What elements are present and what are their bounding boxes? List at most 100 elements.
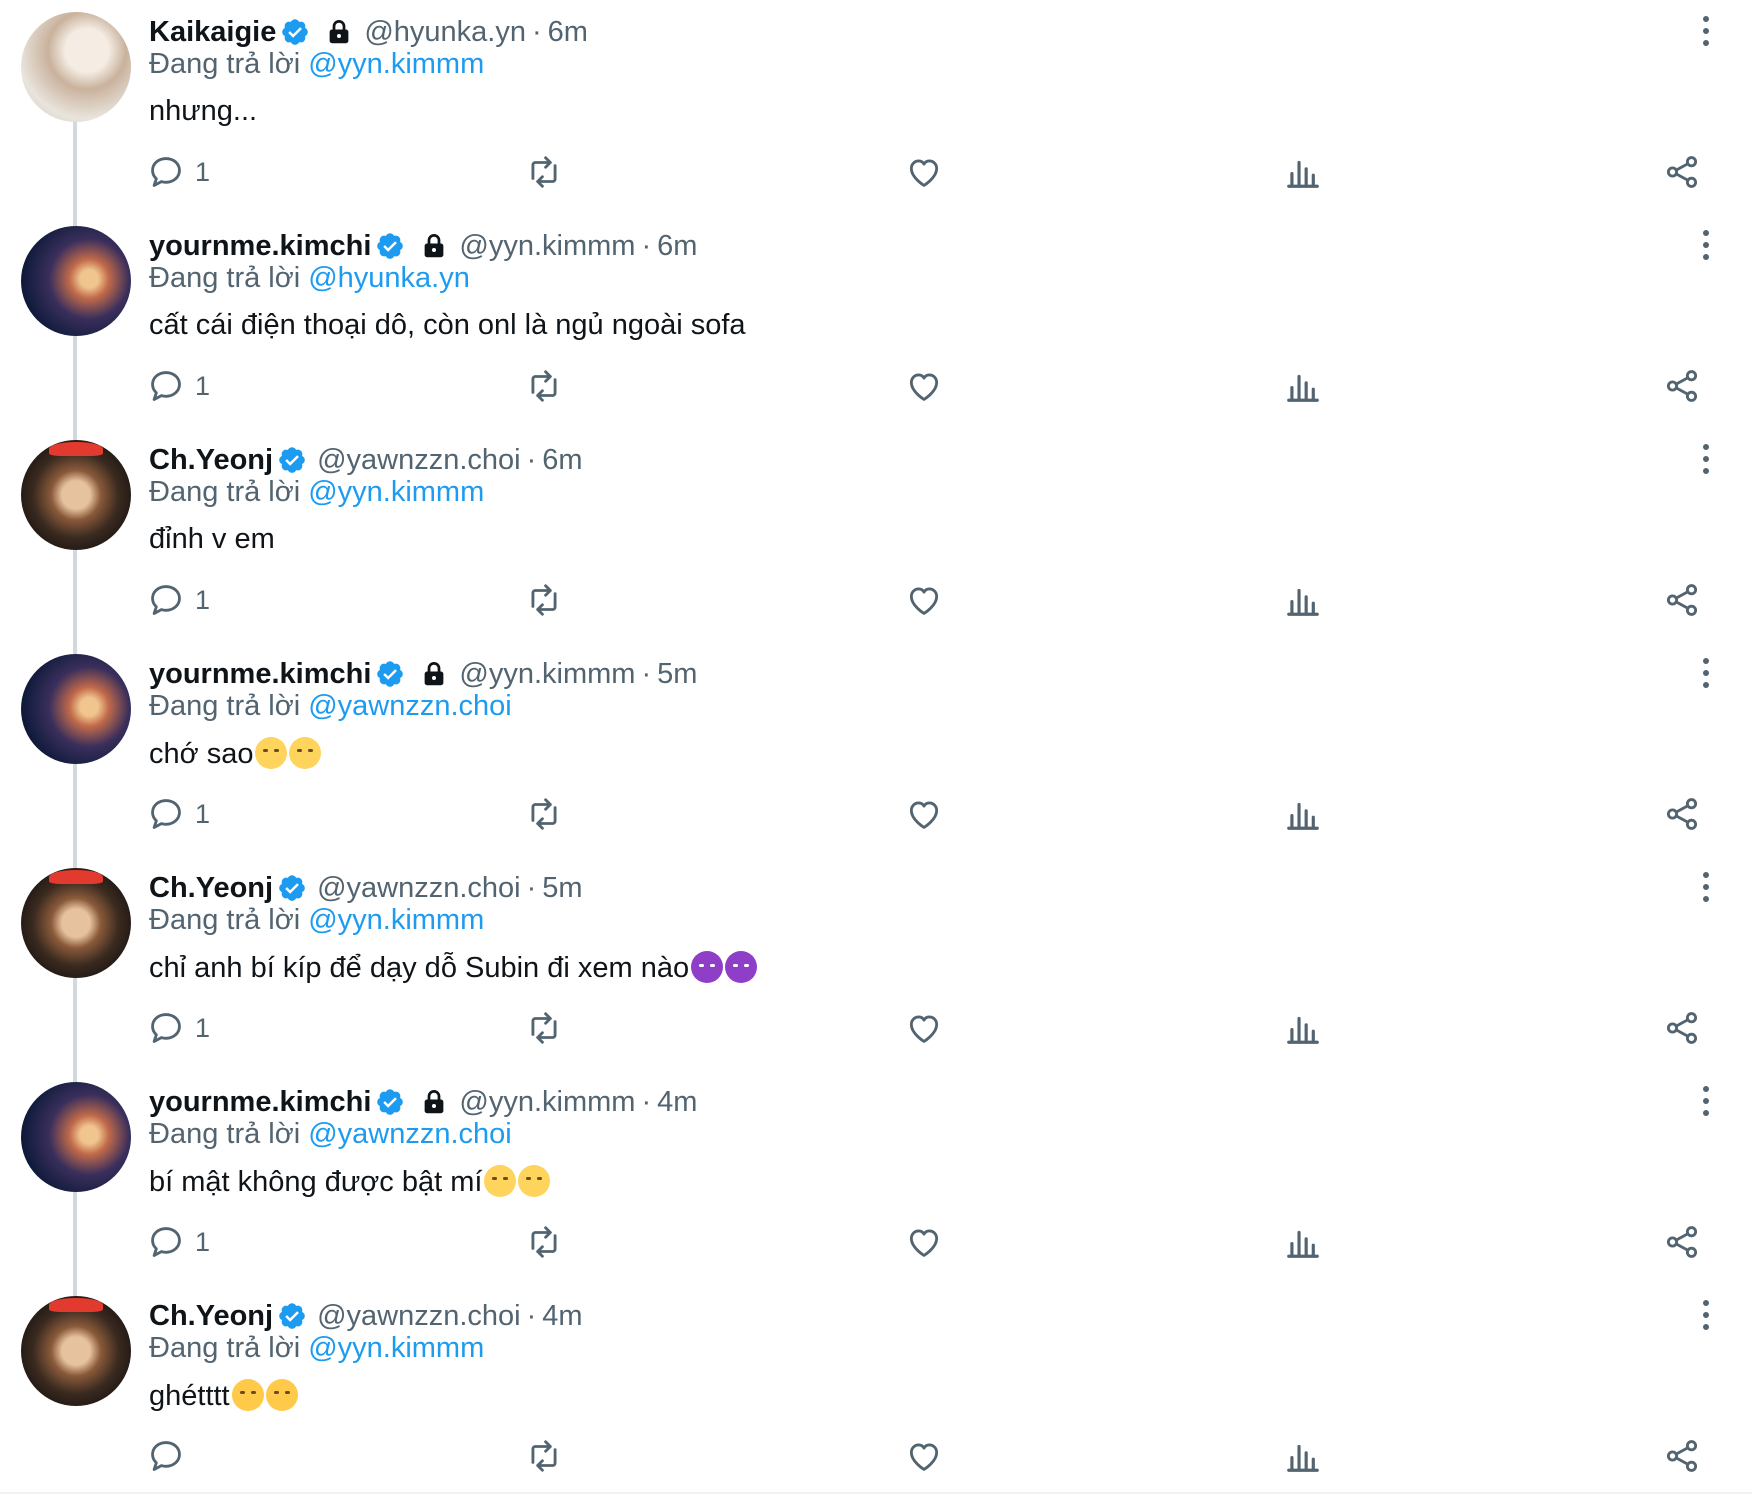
- retweet-button[interactable]: [525, 1220, 563, 1264]
- reply-button[interactable]: 1: [147, 578, 210, 622]
- more-options-icon[interactable]: [1696, 14, 1716, 48]
- like-button[interactable]: [905, 1220, 943, 1264]
- share-button[interactable]: [1663, 1220, 1701, 1264]
- display-name[interactable]: Ch.Yeonj: [149, 1300, 273, 1333]
- avatar[interactable]: [21, 654, 131, 764]
- more-options-icon[interactable]: [1696, 1084, 1716, 1118]
- timestamp[interactable]: 4m: [542, 1300, 582, 1333]
- timestamp[interactable]: 6m: [542, 444, 582, 477]
- like-button[interactable]: [905, 364, 943, 408]
- share-button[interactable]: [1663, 1434, 1701, 1478]
- user-handle[interactable]: @hyunka.yn: [364, 16, 526, 49]
- tweet-actions: 1: [0, 578, 1752, 622]
- emoji-group: [230, 1379, 298, 1412]
- timestamp[interactable]: 6m: [548, 16, 588, 49]
- views-button[interactable]: [1284, 1220, 1322, 1264]
- share-button[interactable]: [1663, 792, 1701, 836]
- tweet[interactable]: yournme.kimchi @yyn.kimmm · 5m Đang trả …: [0, 642, 1752, 856]
- views-button[interactable]: [1284, 792, 1322, 836]
- user-handle[interactable]: @yyn.kimmm: [459, 658, 635, 691]
- display-name[interactable]: yournme.kimchi: [149, 230, 371, 263]
- like-button[interactable]: [905, 1006, 943, 1050]
- avatar[interactable]: [21, 1082, 131, 1192]
- retweet-button[interactable]: [525, 792, 563, 836]
- tweet[interactable]: yournme.kimchi @yyn.kimmm · 4m Đang trả …: [0, 1070, 1752, 1284]
- retweet-button[interactable]: [525, 150, 563, 194]
- share-button[interactable]: [1663, 364, 1701, 408]
- timestamp[interactable]: 6m: [657, 230, 697, 263]
- avatar[interactable]: [21, 440, 131, 550]
- retweet-button[interactable]: [525, 1434, 563, 1478]
- tweet-header: Ch.Yeonj @yawnzzn.choi · 5m: [149, 870, 583, 906]
- reply-mention-link[interactable]: @yawnzzn.choi: [308, 690, 512, 722]
- retweet-button[interactable]: [525, 1006, 563, 1050]
- like-button[interactable]: [905, 150, 943, 194]
- tweet-text: ghétttt: [149, 1379, 298, 1413]
- user-handle[interactable]: @yawnzzn.choi: [317, 872, 521, 905]
- user-handle[interactable]: @yawnzzn.choi: [317, 444, 521, 477]
- display-name[interactable]: Ch.Yeonj: [149, 444, 273, 477]
- angry-face-emoji: [265, 1379, 298, 1411]
- views-icon: [1287, 160, 1319, 188]
- more-options-icon[interactable]: [1696, 870, 1716, 904]
- like-button[interactable]: [905, 1434, 943, 1478]
- like-button[interactable]: [905, 578, 943, 622]
- more-options-icon[interactable]: [1696, 442, 1716, 476]
- display-name[interactable]: yournme.kimchi: [149, 658, 371, 691]
- retweet-button[interactable]: [525, 578, 563, 622]
- like-button[interactable]: [905, 792, 943, 836]
- reply-button[interactable]: 1: [147, 1006, 210, 1050]
- tweet[interactable]: Ch.Yeonj @yawnzzn.choi · 4m Đang trả lời…: [0, 1284, 1752, 1498]
- share-button[interactable]: [1663, 1006, 1701, 1050]
- views-button[interactable]: [1284, 1006, 1322, 1050]
- reply-mention-link[interactable]: @yyn.kimmm: [308, 1332, 484, 1364]
- reply-mention-link[interactable]: @yyn.kimmm: [308, 476, 484, 508]
- reply-button[interactable]: [147, 1434, 195, 1478]
- reply-button[interactable]: 1: [147, 150, 210, 194]
- replying-to: Đang trả lời @yyn.kimmm: [149, 1332, 484, 1365]
- reply-mention-link[interactable]: @yyn.kimmm: [308, 48, 484, 80]
- verified-badge-icon: [377, 661, 404, 687]
- avatar[interactable]: [21, 226, 131, 336]
- views-button[interactable]: [1284, 150, 1322, 194]
- user-handle[interactable]: @yyn.kimmm: [459, 230, 635, 263]
- tweet-header: Ch.Yeonj @yawnzzn.choi · 6m: [149, 442, 583, 478]
- avatar[interactable]: [21, 12, 131, 122]
- tweet-text: nhưng...: [149, 95, 257, 128]
- tweet[interactable]: Kaikaigie @hyunka.yn · 6m Đang trả lời @y…: [0, 0, 1752, 214]
- replying-to-label: Đang trả lời: [149, 690, 301, 722]
- reply-button[interactable]: 1: [147, 364, 210, 408]
- tweet[interactable]: yournme.kimchi @yyn.kimmm · 6m Đang trả …: [0, 214, 1752, 428]
- timestamp[interactable]: 4m: [657, 1086, 697, 1119]
- retweet-button[interactable]: [525, 364, 563, 408]
- more-options-icon[interactable]: [1696, 228, 1716, 262]
- reply-button[interactable]: 1: [147, 1220, 210, 1264]
- user-handle[interactable]: @yyn.kimmm: [459, 1086, 635, 1119]
- avatar[interactable]: [21, 868, 131, 978]
- views-button[interactable]: [1284, 578, 1322, 622]
- more-options-icon[interactable]: [1696, 656, 1716, 690]
- tweet[interactable]: Ch.Yeonj @yawnzzn.choi · 5m Đang trả lời…: [0, 856, 1752, 1070]
- timestamp[interactable]: 5m: [657, 658, 697, 691]
- display-name[interactable]: yournme.kimchi: [149, 1086, 371, 1119]
- share-button[interactable]: [1663, 150, 1701, 194]
- emoji-group: [253, 737, 322, 770]
- user-handle[interactable]: @yawnzzn.choi: [317, 1300, 521, 1333]
- avatar[interactable]: [21, 1296, 131, 1406]
- reply-mention-link[interactable]: @yyn.kimmm: [308, 904, 484, 936]
- display-name[interactable]: Ch.Yeonj: [149, 872, 273, 905]
- more-options-icon[interactable]: [1696, 1298, 1716, 1332]
- views-button[interactable]: [1284, 1434, 1322, 1478]
- tweet-actions: 1: [0, 150, 1752, 194]
- tweet[interactable]: Ch.Yeonj @yawnzzn.choi · 6m Đang trả lời…: [0, 428, 1752, 642]
- views-button[interactable]: [1284, 364, 1322, 408]
- reply-button[interactable]: 1: [147, 792, 210, 836]
- replying-to-label: Đang trả lời: [149, 262, 301, 294]
- tweet-header: Kaikaigie @hyunka.yn · 6m: [149, 14, 588, 50]
- reply-mention-link[interactable]: @yawnzzn.choi: [308, 1118, 512, 1150]
- separator-dot: ·: [641, 657, 652, 690]
- share-button[interactable]: [1663, 578, 1701, 622]
- display-name[interactable]: Kaikaigie: [149, 16, 276, 49]
- timestamp[interactable]: 5m: [542, 872, 582, 905]
- reply-mention-link[interactable]: @hyunka.yn: [308, 262, 470, 294]
